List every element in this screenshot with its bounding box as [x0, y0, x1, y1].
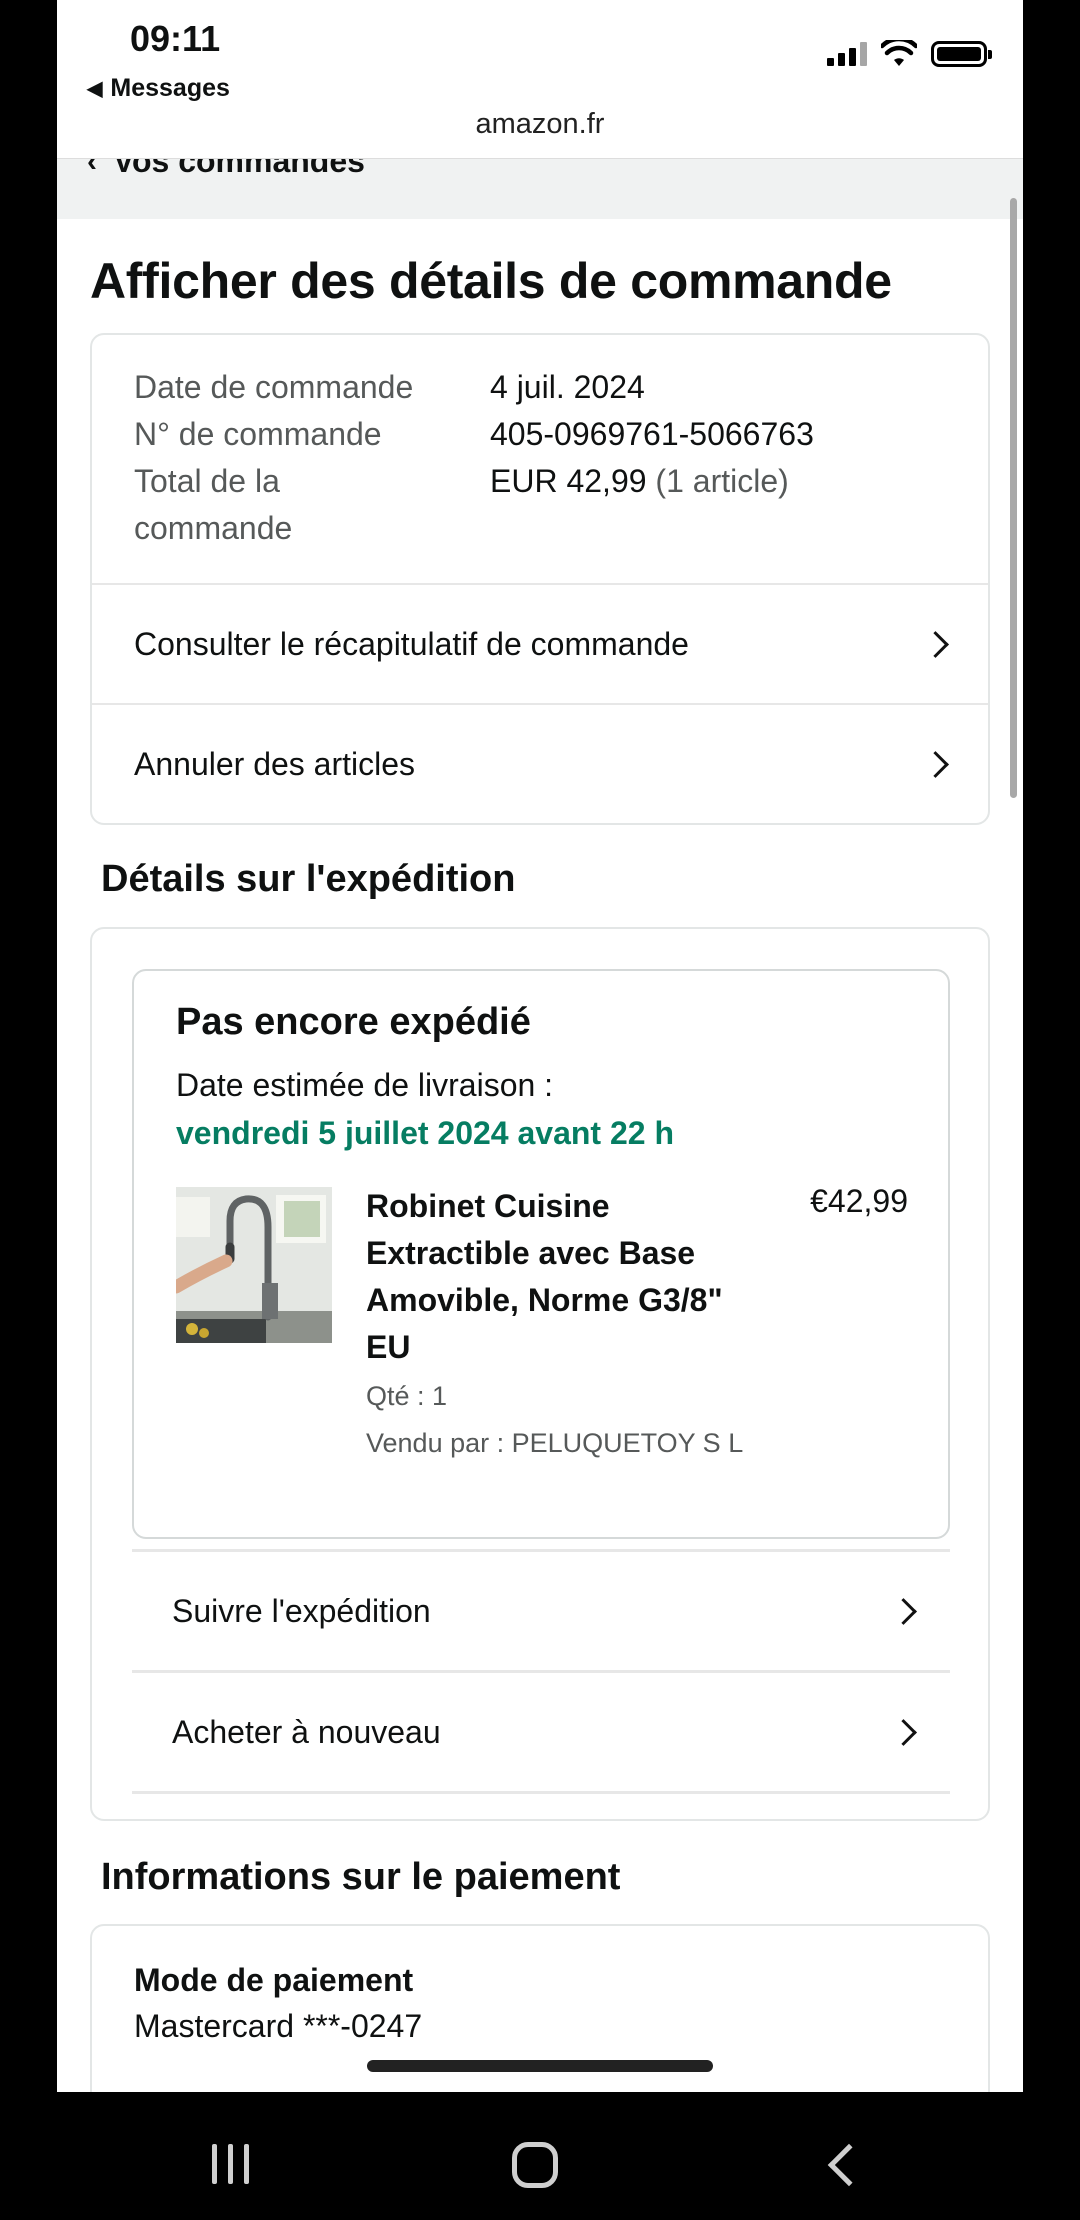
order-total-items: (1 article)	[655, 463, 789, 499]
scrollbar[interactable]	[1010, 198, 1017, 798]
order-number-label: N° de commande	[134, 416, 382, 452]
wifi-icon	[881, 40, 917, 66]
track-shipment-link[interactable]: Suivre l'expédition	[132, 1552, 950, 1670]
battery-icon	[931, 41, 992, 67]
product-image[interactable]	[176, 1187, 332, 1343]
system-nav-bar	[0, 2092, 1080, 2220]
chevron-right-icon	[924, 751, 950, 777]
breadcrumb[interactable]: ‹ Vos commandes	[57, 159, 1023, 219]
shipment-status: Pas encore expédié	[176, 1001, 531, 1043]
product-quantity: Qté : 1	[366, 1381, 448, 1411]
chevron-right-icon	[892, 1598, 918, 1624]
chevron-right-icon	[892, 1719, 918, 1745]
product-seller: Vendu par : PELUQUETOY S L	[366, 1428, 744, 1458]
home-icon[interactable]	[512, 2142, 558, 2188]
page-title: Afficher des détails de commande	[90, 253, 892, 309]
product-title[interactable]: Robinet Cuisine Extractible avec Base Am…	[366, 1183, 726, 1371]
payment-section-title: Informations sur le paiement	[101, 1856, 621, 1898]
status-time: 09:11	[130, 18, 221, 59]
back-triangle-icon: ◀	[87, 78, 103, 100]
order-total-label-line2: commande	[134, 510, 293, 546]
order-recap-label: Consulter le récapitulatif de commande	[134, 625, 689, 662]
status-icons	[827, 40, 992, 68]
cancel-items-label: Annuler des articles	[134, 745, 416, 782]
breadcrumb-label: Vos commandes	[113, 159, 365, 179]
back-icon[interactable]	[827, 2143, 871, 2187]
recents-icon[interactable]	[212, 2144, 249, 2184]
payment-method-value: Mastercard ***-0247	[134, 2008, 423, 2044]
shipment-card: Pas encore expédié Date estimée de livra…	[132, 969, 950, 1539]
buy-again-label: Acheter à nouveau	[172, 1713, 441, 1750]
estimated-delivery-date: vendredi 5 juillet 2024 avant 22 h	[176, 1115, 674, 1151]
cancel-items-link[interactable]: Annuler des articles	[92, 705, 988, 823]
cellular-signal-icon	[827, 42, 867, 66]
order-total-value: EUR 42,99 (1 article)	[490, 463, 789, 500]
order-summary-card: Date de commande 4 juil. 2024 N° de comm…	[90, 333, 990, 825]
order-total-amount: EUR 42,99	[490, 463, 647, 499]
order-number-value: 405-0969761-5066763	[490, 416, 814, 452]
buy-again-link[interactable]: Acheter à nouveau	[132, 1673, 950, 1791]
order-date-label: Date de commande	[134, 369, 414, 405]
chevron-right-icon	[924, 631, 950, 657]
estimated-delivery-label: Date estimée de livraison :	[176, 1067, 554, 1103]
back-to-app-link[interactable]: ◀ Messages	[87, 74, 230, 103]
track-shipment-label: Suivre l'expédition	[172, 1592, 431, 1629]
order-recap-link[interactable]: Consulter le récapitulatif de commande	[92, 585, 988, 703]
order-date-value: 4 juil. 2024	[490, 369, 645, 405]
order-total-label-line1: Total de la	[134, 463, 280, 499]
back-app-label: Messages	[110, 74, 230, 102]
product-price: €42,99	[810, 1183, 908, 1219]
payment-method-label: Mode de paiement	[134, 1962, 414, 1998]
address-bar-url[interactable]: amazon.fr	[57, 108, 1023, 141]
home-indicator[interactable]	[367, 2060, 713, 2072]
shipping-card: Pas encore expédié Date estimée de livra…	[90, 927, 990, 1821]
chevron-left-icon: ‹	[87, 159, 97, 178]
shipping-section-title: Détails sur l'expédition	[101, 858, 516, 900]
browser-viewport: 09:11 ◀ Messages amazon.fr ‹ Vos command…	[57, 0, 1023, 2092]
divider	[132, 1791, 950, 1794]
